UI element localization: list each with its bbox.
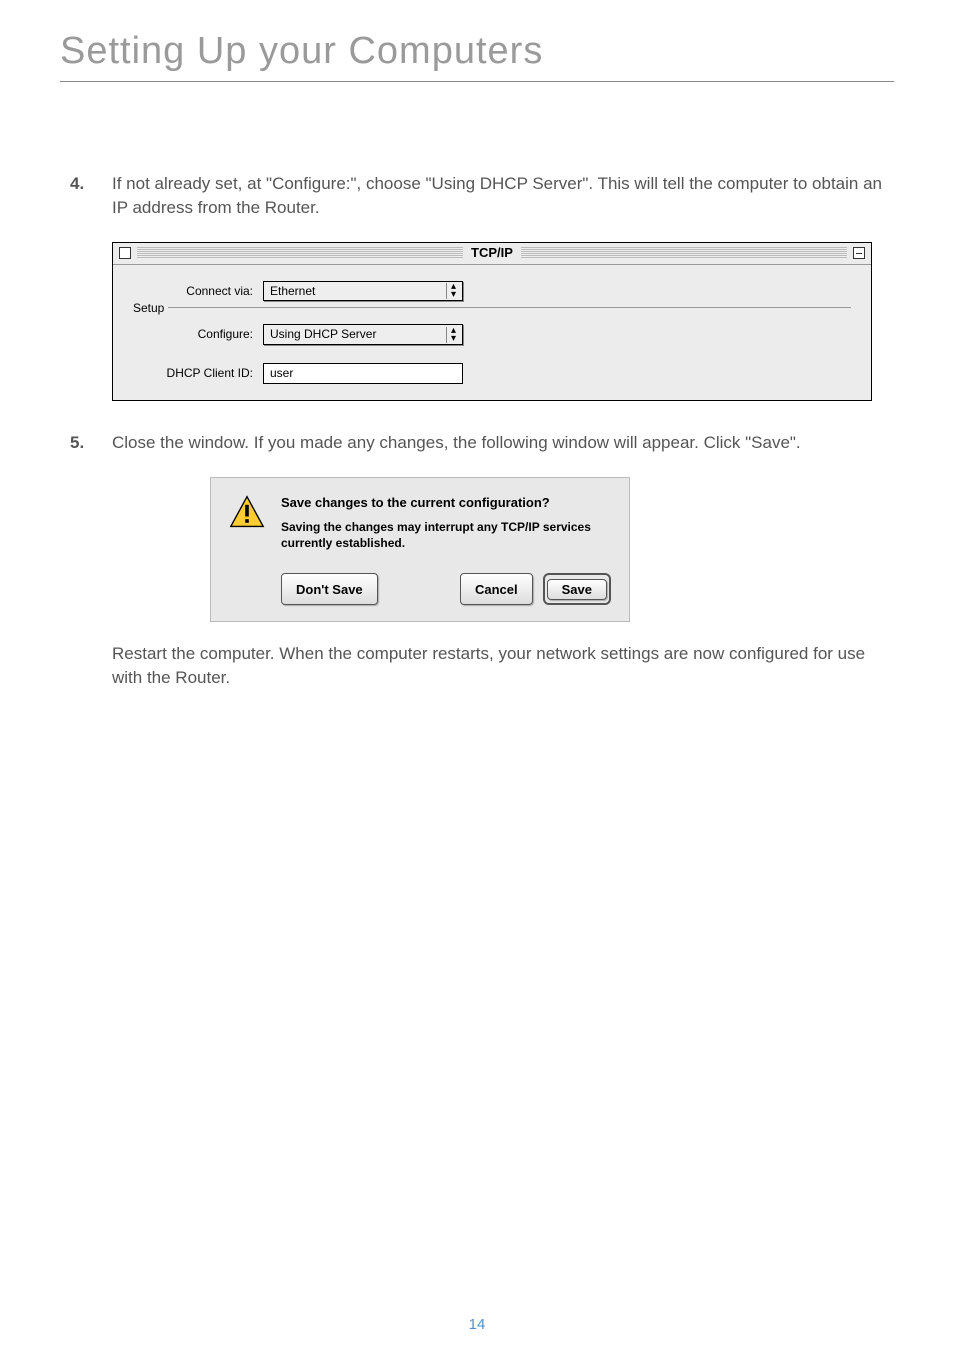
tcpip-window-title: TCP/IP <box>463 244 521 262</box>
chevron-updown-icon: ▴▾ <box>446 327 456 343</box>
chevron-updown-icon: ▴▾ <box>446 283 456 299</box>
tcpip-window: TCP/IP Connect via: Ethernet ▴▾ Setup Co… <box>112 242 872 401</box>
page-title: Setting Up your Computers <box>0 0 954 81</box>
warning-icon <box>229 494 265 530</box>
save-dialog-texts: Save changes to the current configuratio… <box>281 494 611 551</box>
save-dialog-top: Save changes to the current configuratio… <box>229 494 611 551</box>
tcpip-body: Connect via: Ethernet ▴▾ Setup Configure… <box>113 265 871 400</box>
content-area: 4. If not already set, at "Configure:", … <box>0 82 954 690</box>
step-5: 5. Close the window. If you made any cha… <box>70 431 884 455</box>
step-5-number: 5. <box>70 431 112 455</box>
configure-value: Using DHCP Server <box>270 326 376 343</box>
configure-row: Configure: Using DHCP Server ▴▾ <box>149 324 851 345</box>
setup-legend: Setup <box>133 300 168 317</box>
save-dialog-desc: Saving the changes may interrupt any TCP… <box>281 520 611 551</box>
right-button-group: Cancel Save <box>460 573 611 605</box>
save-dialog-title: Save changes to the current configuratio… <box>281 494 611 512</box>
cancel-button[interactable]: Cancel <box>460 573 533 605</box>
dhcp-client-label: DHCP Client ID: <box>149 365 263 382</box>
step-4-text: If not already set, at "Configure:", cho… <box>112 172 884 220</box>
step-4: 4. If not already set, at "Configure:", … <box>70 172 884 220</box>
titlebar-texture-left <box>137 247 463 259</box>
dont-save-button[interactable]: Don't Save <box>281 573 378 605</box>
tcpip-titlebar: TCP/IP <box>113 243 871 265</box>
step-5-text: Close the window. If you made any change… <box>112 431 884 455</box>
restart-paragraph: Restart the computer. When the computer … <box>70 642 884 690</box>
connect-via-value: Ethernet <box>270 283 315 300</box>
dhcp-client-row: DHCP Client ID: user <box>149 363 851 384</box>
connect-via-dropdown[interactable]: Ethernet ▴▾ <box>263 281 463 302</box>
step-4-number: 4. <box>70 172 112 220</box>
connect-via-row: Connect via: Ethernet ▴▾ <box>133 281 851 302</box>
save-dialog-buttons: Don't Save Cancel Save <box>229 573 611 605</box>
collapse-icon[interactable] <box>853 247 865 259</box>
restart-text: Restart the computer. When the computer … <box>112 642 884 690</box>
restart-spacer <box>70 642 112 690</box>
configure-label: Configure: <box>149 326 263 343</box>
configure-dropdown[interactable]: Using DHCP Server ▴▾ <box>263 324 463 345</box>
save-dialog: Save changes to the current configuratio… <box>210 477 630 622</box>
setup-group: Setup Configure: Using DHCP Server ▴▾ DH… <box>149 307 851 384</box>
close-icon[interactable] <box>119 247 131 259</box>
save-button[interactable]: Save <box>547 579 607 600</box>
titlebar-texture-right <box>521 247 847 259</box>
dhcp-client-input[interactable]: user <box>263 363 463 384</box>
page-number: 14 <box>0 1316 954 1333</box>
connect-via-label: Connect via: <box>133 283 263 300</box>
default-button-ring: Save <box>543 573 611 605</box>
